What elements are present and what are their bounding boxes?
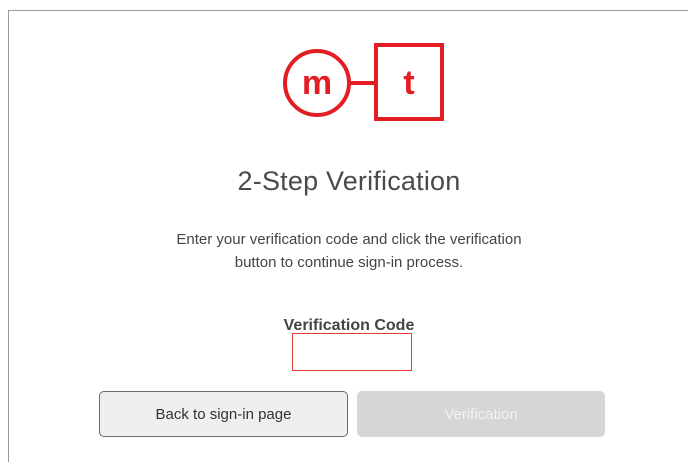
- logo-letter-m: m: [302, 64, 332, 102]
- verification-card: m t 2-Step Verification Enter your verif…: [8, 10, 688, 462]
- mt-logo: m t: [277, 41, 447, 125]
- verification-code-input[interactable]: [292, 333, 412, 371]
- page-title: 2-Step Verification: [237, 166, 461, 196]
- instructions-text: Enter your verification code and click t…: [176, 231, 522, 271]
- back-to-sign-in-button[interactable]: Back to sign-in page: [99, 391, 348, 437]
- logo-letter-t: t: [403, 64, 414, 102]
- verification-button[interactable]: Verification: [357, 391, 605, 437]
